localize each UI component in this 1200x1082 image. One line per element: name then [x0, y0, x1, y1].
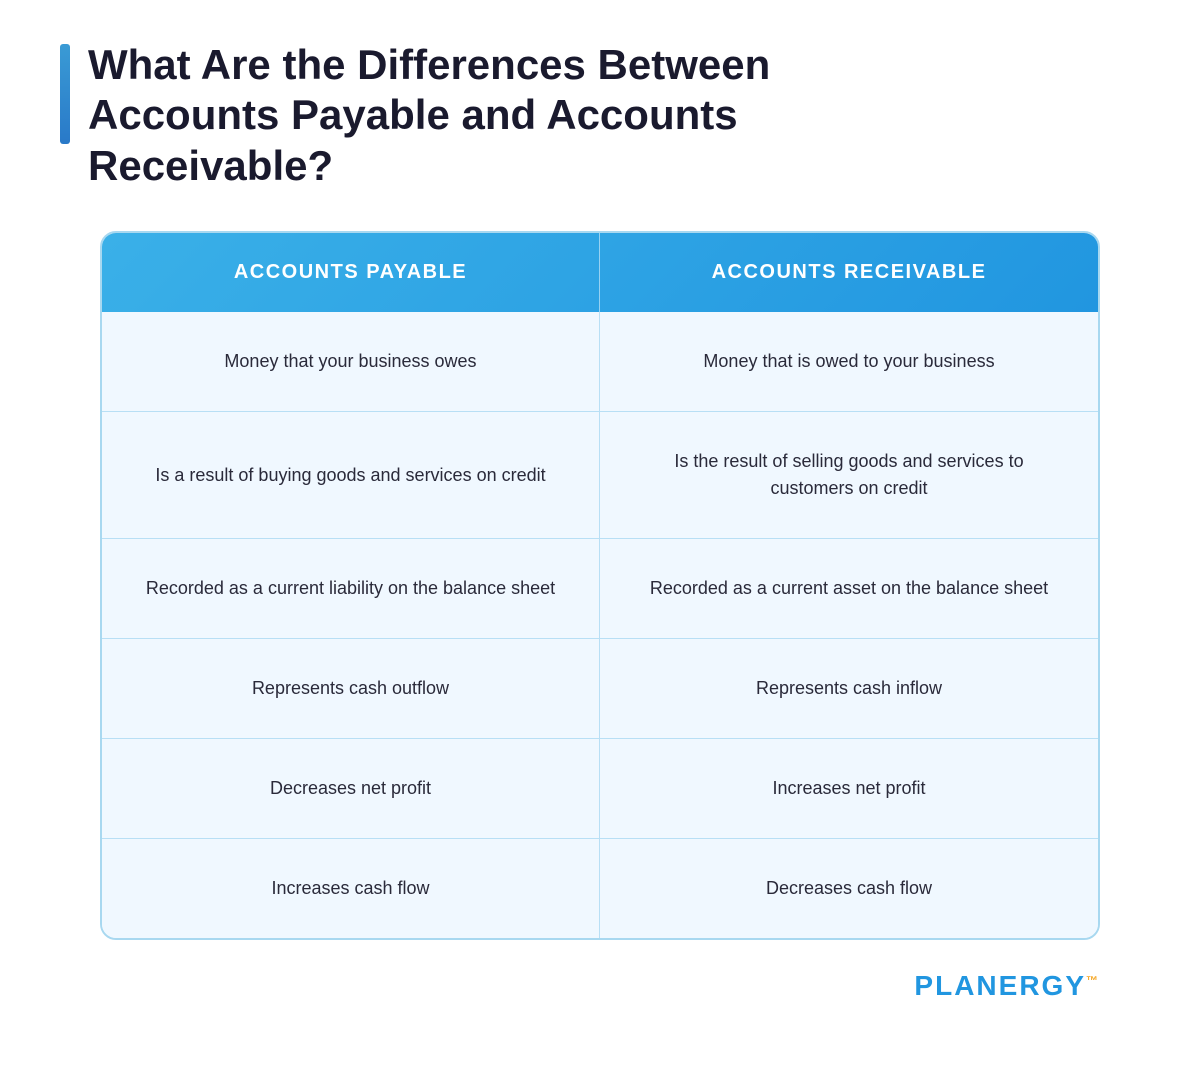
header-accounts-payable: ACCOUNTS PAYABLE [102, 233, 600, 312]
cell-right-0: Money that is owed to your business [600, 312, 1098, 411]
table-header: ACCOUNTS PAYABLE ACCOUNTS RECEIVABLE [102, 233, 1098, 312]
logo-tm: ™ [1086, 974, 1100, 988]
cell-right-1: Is the result of selling goods and servi… [600, 412, 1098, 538]
table-row: Recorded as a current liability on the b… [102, 538, 1098, 638]
table-body: Money that your business owesMoney that … [102, 312, 1098, 938]
comparison-table: ACCOUNTS PAYABLE ACCOUNTS RECEIVABLE Mon… [100, 231, 1100, 940]
cell-right-5: Decreases cash flow [600, 839, 1098, 938]
cell-left-4: Decreases net profit [102, 739, 600, 838]
cell-right-4: Increases net profit [600, 739, 1098, 838]
table-row: Represents cash outflowRepresents cash i… [102, 638, 1098, 738]
cell-left-2: Recorded as a current liability on the b… [102, 539, 600, 638]
header-section: What Are the Differences Between Account… [60, 40, 1140, 191]
table-row: Increases cash flowDecreases cash flow [102, 838, 1098, 938]
cell-left-5: Increases cash flow [102, 839, 600, 938]
page-title: What Are the Differences Between Account… [88, 40, 788, 191]
cell-left-1: Is a result of buying goods and services… [102, 412, 600, 538]
accent-bar [60, 44, 70, 144]
footer: PLANERGY™ [60, 970, 1140, 1002]
table-row: Is a result of buying goods and services… [102, 411, 1098, 538]
cell-left-0: Money that your business owes [102, 312, 600, 411]
cell-left-3: Represents cash outflow [102, 639, 600, 738]
header-accounts-receivable: ACCOUNTS RECEIVABLE [600, 233, 1098, 312]
table-row: Money that your business owesMoney that … [102, 312, 1098, 411]
logo-name: PLANERGY [914, 970, 1086, 1001]
cell-right-2: Recorded as a current asset on the balan… [600, 539, 1098, 638]
logo-text: PLANERGY™ [914, 970, 1100, 1001]
logo: PLANERGY™ [914, 970, 1100, 1002]
table-row: Decreases net profitIncreases net profit [102, 738, 1098, 838]
cell-right-3: Represents cash inflow [600, 639, 1098, 738]
